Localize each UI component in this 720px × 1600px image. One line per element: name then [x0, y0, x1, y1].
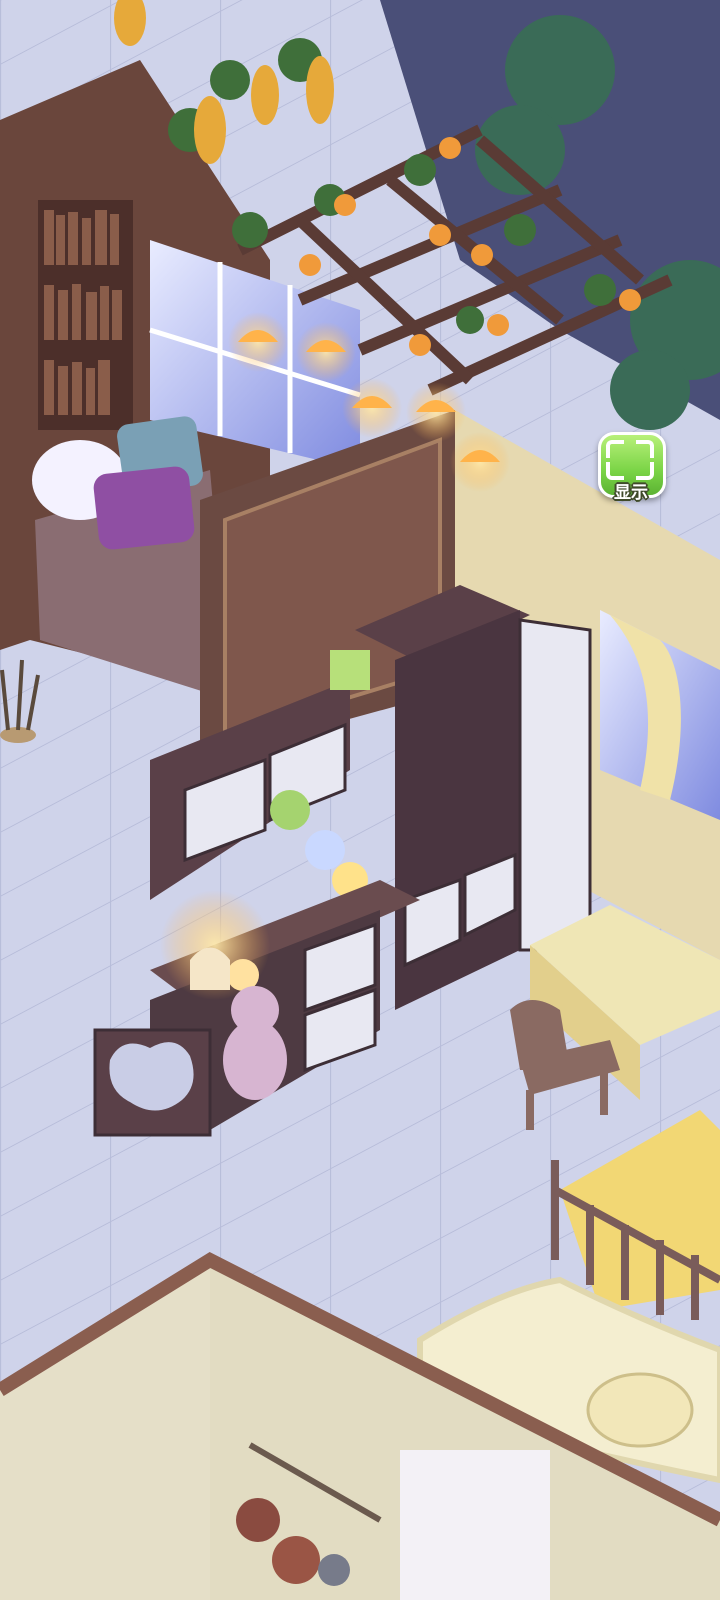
display-button-label: 显示 — [614, 483, 648, 503]
game-scene[interactable] — [0, 0, 720, 1600]
wardrobe-door — [518, 618, 592, 952]
expand-frame-icon — [606, 440, 624, 458]
expand-frame-icon-corner-tr — [636, 440, 654, 458]
bust-statue — [190, 947, 230, 990]
bunny-plush — [223, 986, 287, 1100]
display-toggle-button[interactable]: 显示 — [592, 428, 670, 506]
lower-drawers — [303, 922, 377, 1073]
pumpkin-cushion — [586, 1372, 694, 1448]
bookshelf — [38, 200, 133, 430]
lace-curtain — [400, 1450, 550, 1600]
purple-pillow — [93, 466, 195, 550]
